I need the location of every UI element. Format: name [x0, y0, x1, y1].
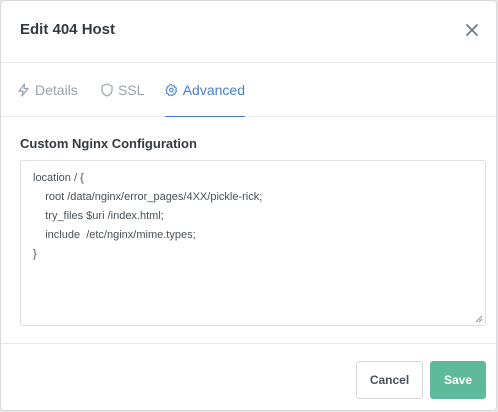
modal-header: Edit 404 Host [1, 1, 496, 63]
config-line: root /data/nginx/error_pages/4XX/pickle-… [33, 191, 263, 203]
tab-advanced-label: Advanced [182, 81, 245, 98]
tab-bar: Details SSL Advanced [1, 63, 496, 117]
resize-grip-icon[interactable] [475, 315, 483, 323]
edit-host-modal: Edit 404 Host Details SSL Advanced Custo… [0, 0, 497, 411]
config-line: include /etc/nginx/mime.types; [33, 229, 196, 241]
tab-details[interactable]: Details [17, 63, 78, 117]
tab-ssl[interactable]: SSL [101, 63, 144, 117]
custom-nginx-config-label: Custom Nginx Configuration [20, 136, 197, 151]
config-line: try_files $uri /index.html; [33, 210, 164, 222]
shield-icon [101, 83, 113, 97]
save-button[interactable]: Save [430, 361, 486, 399]
gear-icon [165, 83, 178, 96]
close-button[interactable] [464, 22, 480, 38]
cancel-button[interactable]: Cancel [356, 361, 423, 399]
modal-footer: Cancel Save [1, 343, 496, 410]
modal-title: Edit 404 Host [20, 21, 116, 38]
close-icon [466, 24, 478, 36]
config-line: location / { [33, 172, 84, 184]
config-line: } [33, 248, 37, 260]
tab-ssl-label: SSL [118, 82, 145, 98]
bolt-icon [18, 83, 29, 97]
tab-details-label: Details [35, 82, 78, 98]
nginx-config-textarea[interactable]: location / { root /data/nginx/error_page… [20, 160, 486, 326]
tab-advanced[interactable]: Advanced [165, 63, 245, 117]
